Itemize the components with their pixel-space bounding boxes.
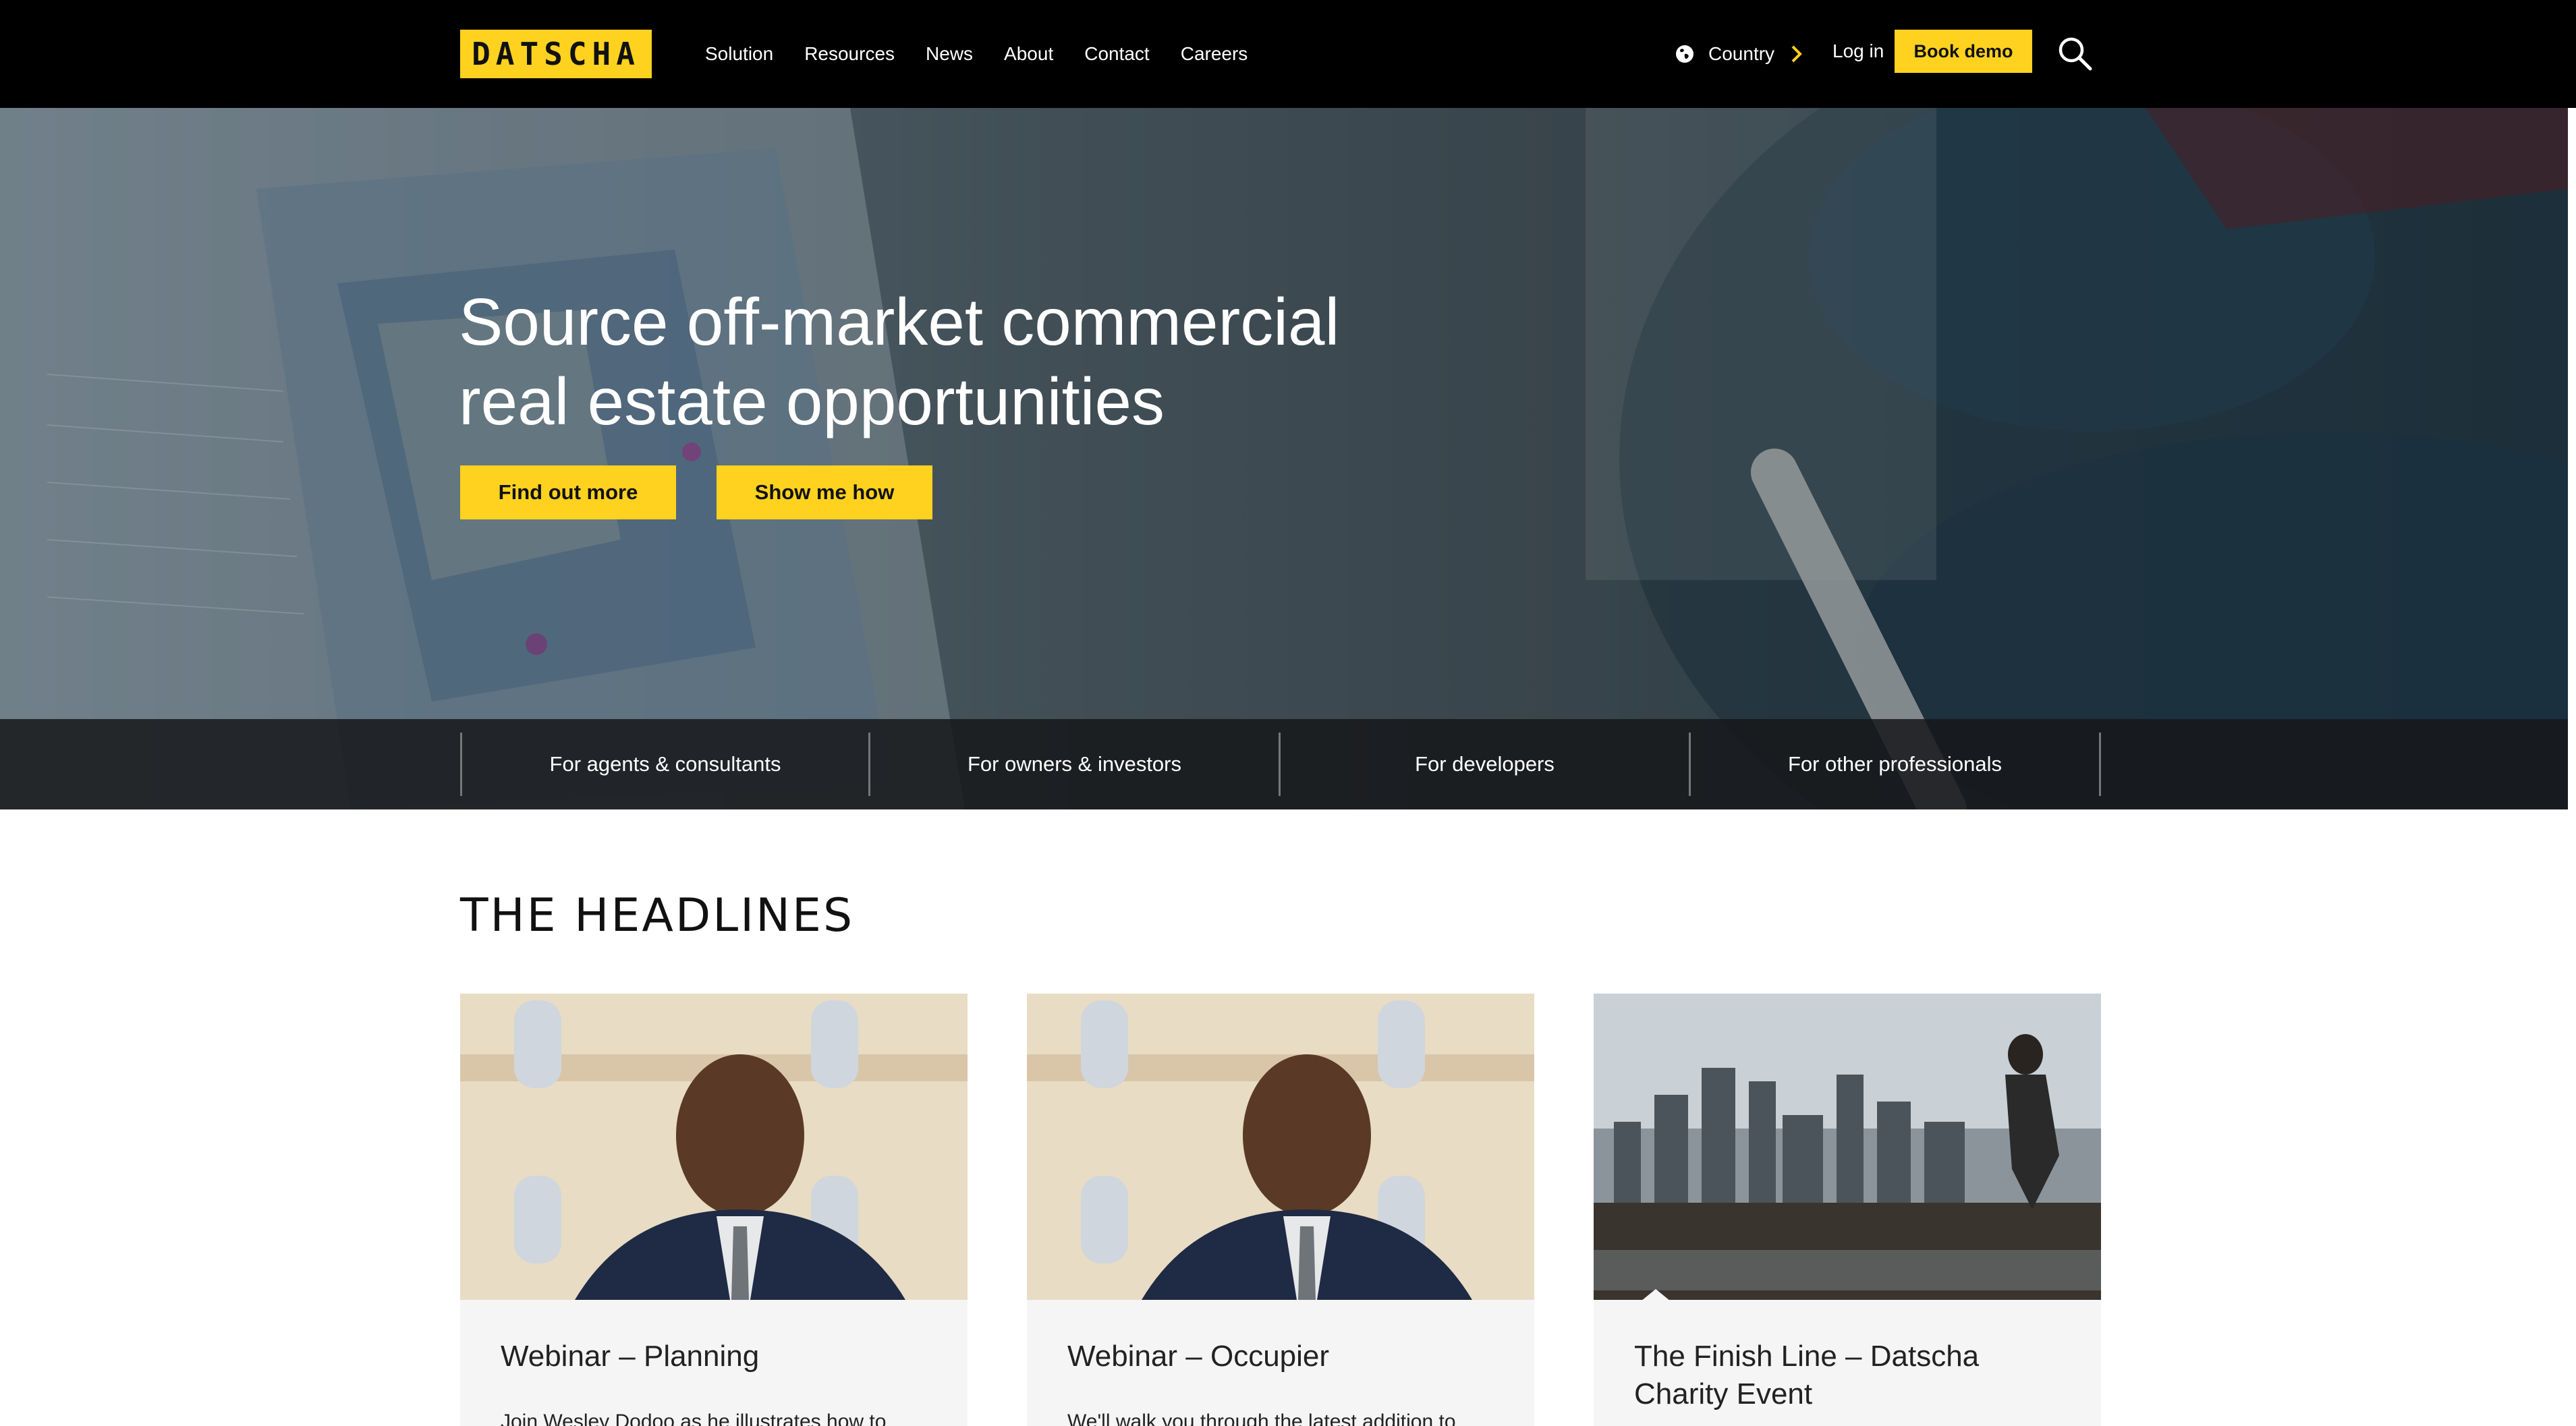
audience-bar: For agents & consultants For owners & in…	[0, 719, 2568, 809]
find-out-more-button[interactable]: Find out more	[460, 465, 676, 519]
audience-other-professionals[interactable]: For other professionals	[1691, 733, 2101, 796]
nav-solution[interactable]: Solution	[705, 43, 773, 65]
book-demo-button[interactable]: Book demo	[1895, 30, 2032, 73]
country-label: Country	[1708, 43, 1775, 64]
nav-about[interactable]: About	[1004, 43, 1053, 65]
nav-careers[interactable]: Careers	[1181, 43, 1248, 65]
headline-card[interactable]: The Finish Line – Datscha Charity Event	[1594, 994, 2101, 1426]
headline-card[interactable]: Webinar – Occupier We'll walk you throug…	[1027, 994, 1534, 1426]
card-title: Webinar – Occupier	[1067, 1340, 1330, 1373]
headlines-heading: THE HEADLINES	[460, 889, 855, 942]
card-image	[460, 994, 968, 1300]
nav-news[interactable]: News	[926, 43, 973, 65]
hero-section: Source off-market commercial real estate…	[0, 108, 2568, 809]
country-selector[interactable]: Country	[1675, 39, 1804, 69]
chevron-right-icon	[1791, 45, 1802, 63]
audience-developers[interactable]: For developers	[1281, 733, 1691, 796]
card-image	[1594, 994, 2101, 1300]
logo-text: DATSCHA	[472, 36, 640, 72]
hero-overlay	[0, 108, 2568, 809]
top-navigation-bar: DATSCHA Solution Resources News About Co…	[0, 0, 2576, 108]
nav-resources[interactable]: Resources	[804, 43, 895, 65]
datscha-logo[interactable]: DATSCHA	[460, 30, 652, 78]
headline-card[interactable]: Webinar – Planning Join Wesley Dodoo as …	[460, 994, 968, 1426]
search-icon[interactable]	[2056, 35, 2093, 72]
audience-owners-investors[interactable]: For owners & investors	[870, 733, 1281, 796]
card-notch	[1641, 1289, 1671, 1301]
show-me-how-button[interactable]: Show me how	[717, 465, 932, 519]
card-text: We'll walk you through the latest additi…	[1067, 1410, 1456, 1426]
globe-icon	[1676, 45, 1693, 63]
card-image	[1027, 994, 1534, 1300]
card-text: Join Wesley Dodoo as he illustrates how …	[501, 1410, 887, 1426]
hero-title: Source off-market commercial real estate…	[459, 285, 1340, 438]
card-title: Webinar – Planning	[501, 1340, 760, 1373]
login-link[interactable]: Log in	[1832, 40, 1884, 62]
audience-agents-consultants[interactable]: For agents & consultants	[460, 733, 870, 796]
nav-contact[interactable]: Contact	[1084, 43, 1150, 65]
card-title: The Finish Line – Datscha Charity Event	[1634, 1340, 1980, 1410]
main-nav: Solution Resources News About Contact Ca…	[705, 0, 1279, 108]
